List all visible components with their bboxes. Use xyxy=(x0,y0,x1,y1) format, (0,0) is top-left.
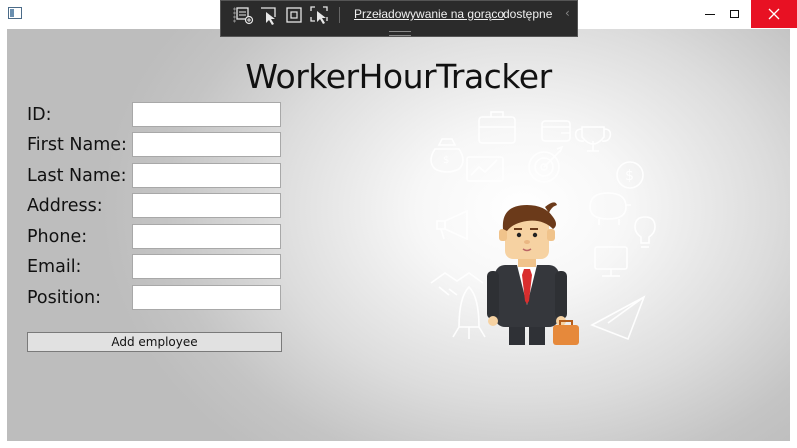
close-button[interactable] xyxy=(751,0,797,28)
main-window-content: WorkerHourTracker ID: First Name: Last N… xyxy=(7,29,790,442)
hot-reload-status: dostępne xyxy=(503,7,553,21)
svg-text:$: $ xyxy=(625,168,634,184)
position-input[interactable] xyxy=(132,285,281,310)
display-layout-icon[interactable] xyxy=(284,5,304,25)
address-input[interactable] xyxy=(132,193,281,218)
app-window-icon xyxy=(8,7,22,19)
id-label: ID: xyxy=(27,105,52,125)
maximize-icon xyxy=(729,10,739,18)
window-bottom-frame xyxy=(0,441,797,448)
select-element-icon[interactable] xyxy=(259,5,279,25)
email-input[interactable] xyxy=(132,254,281,279)
toolbar-drag-handle[interactable] xyxy=(389,31,411,36)
businessman-illustration: $ $ xyxy=(430,111,656,345)
last-name-label: Last Name: xyxy=(27,166,127,186)
close-icon xyxy=(768,8,780,20)
maximize-button[interactable] xyxy=(712,0,756,28)
phone-label: Phone: xyxy=(27,227,88,247)
position-label: Position: xyxy=(27,288,102,308)
id-input[interactable] xyxy=(132,102,281,127)
add-employee-button[interactable]: Add employee xyxy=(27,332,282,352)
hot-reload-link[interactable]: Przeładowywanie na gorąco xyxy=(354,7,504,21)
first-name-input[interactable] xyxy=(132,132,281,157)
phone-input[interactable] xyxy=(132,224,281,249)
add-element-icon[interactable] xyxy=(234,5,254,25)
svg-text:$: $ xyxy=(443,155,449,166)
email-label: Email: xyxy=(27,257,82,277)
collapse-toolbar-icon[interactable]: ‹ xyxy=(565,6,570,20)
last-name-input[interactable] xyxy=(132,163,281,188)
app-title: WorkerHourTracker xyxy=(245,57,552,96)
track-focus-icon[interactable] xyxy=(309,5,329,25)
wpf-debug-toolbar: Przeładowywanie na gorąco dostępne ‹ xyxy=(220,0,578,37)
toolbar-separator xyxy=(339,7,340,23)
first-name-label: First Name: xyxy=(27,135,127,155)
address-label: Address: xyxy=(27,196,103,216)
